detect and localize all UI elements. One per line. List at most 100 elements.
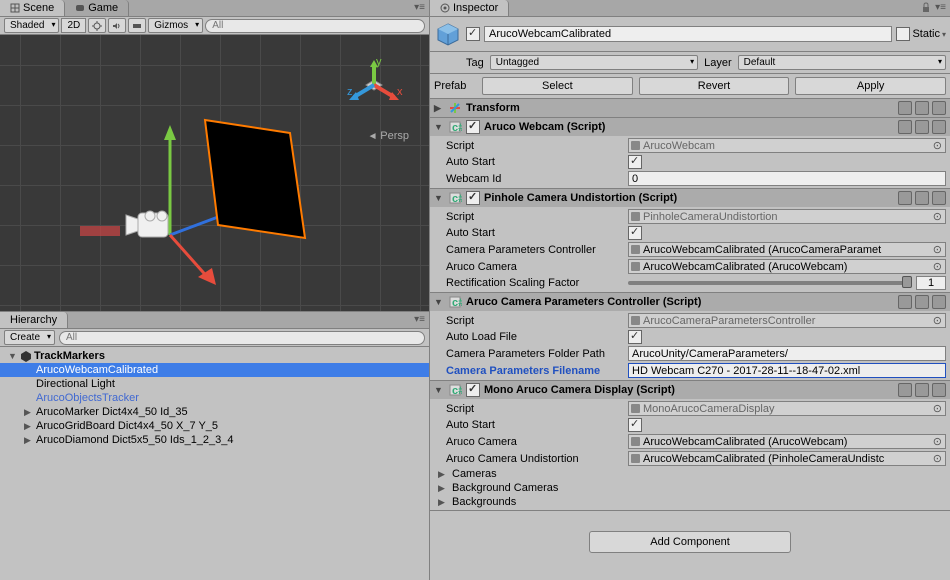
property-label: Auto Load File (434, 331, 624, 343)
property-object-field[interactable]: ArucoWebcamCalibrated (ArucoWebcam) (628, 434, 946, 449)
gameobject-name-input[interactable] (484, 26, 892, 42)
prefab-apply-button[interactable]: Apply (795, 77, 946, 95)
scene-viewport[interactable]: y x z ◄ Persp (0, 35, 429, 311)
scene-search[interactable] (205, 19, 425, 33)
game-tab[interactable]: Game (65, 0, 129, 16)
component-header[interactable]: ▼c#Aruco Camera Parameters Controller (S… (430, 293, 950, 311)
reset-icon[interactable] (915, 101, 929, 115)
static-checkbox[interactable] (896, 27, 910, 41)
hierarchy-item[interactable]: Directional Light (0, 377, 429, 391)
property-object-field[interactable]: ArucoWebcamCalibrated (PinholeCameraUndi… (628, 451, 946, 466)
orientation-gizmo[interactable]: y x z (339, 55, 409, 125)
expand-arrow-icon[interactable]: ▶ (24, 421, 34, 432)
property-slider[interactable] (628, 281, 912, 285)
enabled-checkbox[interactable] (466, 27, 480, 41)
gameobject-icon[interactable] (434, 20, 462, 48)
gear-icon[interactable] (932, 383, 946, 397)
panel-menu-icon[interactable]: ▾≡ (935, 2, 946, 13)
property-row: Aruco CameraArucoWebcamCalibrated (Aruco… (434, 433, 946, 450)
property-checkbox[interactable] (628, 418, 642, 432)
property-object-field[interactable]: ArucoWebcamCalibrated (ArucoWebcam) (628, 259, 946, 274)
property-checkbox[interactable] (628, 226, 642, 240)
tag-dropdown[interactable]: Untagged (490, 55, 698, 70)
property-text-input[interactable] (628, 363, 946, 378)
audio-toggle[interactable] (108, 18, 126, 33)
collapse-arrow-icon[interactable]: ▶ (434, 103, 444, 114)
svg-text:c#: c# (452, 385, 462, 397)
hierarchy-list: ▼ TrackMarkers ArucoWebcamCalibratedDire… (0, 347, 429, 580)
fx-toggle[interactable] (128, 18, 146, 33)
component-enabled-checkbox[interactable] (466, 191, 480, 205)
property-foldout[interactable]: ▶Backgrounds (434, 495, 946, 509)
help-icon[interactable] (898, 383, 912, 397)
transform-header[interactable]: ▶ Transform (430, 99, 950, 117)
help-icon[interactable] (898, 120, 912, 134)
hierarchy-item[interactable]: ▶ArucoDiamond Dict5x5_50 Ids_1_2_3_4 (0, 433, 429, 447)
hierarchy-search[interactable] (59, 331, 425, 345)
hierarchy-item[interactable]: ▶ArucoGridBoard Dict4x4_50 X_7 Y_5 (0, 419, 429, 433)
property-label: Script (434, 140, 624, 152)
reset-icon[interactable] (915, 383, 929, 397)
collapse-arrow-icon[interactable]: ▼ (434, 385, 444, 395)
property-checkbox[interactable] (628, 155, 642, 169)
layer-dropdown[interactable]: Default (738, 55, 946, 70)
expand-arrow-icon[interactable]: ▶ (438, 469, 448, 480)
help-icon[interactable] (898, 295, 912, 309)
property-label: Aruco Camera (434, 261, 624, 273)
expand-arrow-icon[interactable]: ▶ (438, 497, 448, 508)
expand-arrow-icon[interactable]: ▶ (438, 483, 448, 494)
hierarchy-item[interactable]: ▶ArucoMarker Dict4x4_50 Id_35 (0, 405, 429, 419)
property-text-input[interactable] (628, 171, 946, 186)
create-dropdown[interactable]: Create (4, 330, 55, 345)
prefab-select-button[interactable]: Select (482, 77, 633, 95)
lock-icon[interactable] (921, 2, 931, 13)
scene-root[interactable]: ▼ TrackMarkers (0, 349, 429, 363)
component-header[interactable]: ▼c#Aruco Webcam (Script) (430, 118, 950, 136)
property-text-input[interactable] (628, 346, 946, 361)
gear-icon[interactable] (932, 295, 946, 309)
scene-tab[interactable]: Scene (0, 0, 65, 16)
component-header[interactable]: ▼c#Mono Aruco Camera Display (Script) (430, 381, 950, 399)
hierarchy-tab[interactable]: Hierarchy (0, 312, 68, 328)
help-icon[interactable] (898, 101, 912, 115)
collapse-arrow-icon[interactable]: ▼ (434, 297, 444, 307)
shading-dropdown[interactable]: Shaded (4, 18, 59, 33)
reset-icon[interactable] (915, 295, 929, 309)
inspector-scroll[interactable]: ▶ Transform ▼c#Aruco Webcam (Script) Scri… (430, 99, 950, 580)
component-enabled-checkbox[interactable] (466, 383, 480, 397)
property-label: Auto Start (434, 227, 624, 239)
gear-icon[interactable] (932, 120, 946, 134)
property-foldout[interactable]: ▶Cameras (434, 467, 946, 481)
property-row: Camera Parameters Filename (434, 362, 946, 379)
unity-logo-icon (20, 350, 32, 362)
scene-icon (10, 3, 20, 13)
help-icon[interactable] (898, 191, 912, 205)
hierarchy-item[interactable]: ArucoWebcamCalibrated (0, 363, 429, 377)
lighting-toggle[interactable] (88, 18, 106, 33)
gear-icon[interactable] (932, 101, 946, 115)
collapse-arrow-icon[interactable]: ▼ (434, 193, 444, 203)
panel-menu-icon[interactable]: ▾≡ (414, 314, 425, 325)
property-object-field[interactable]: ArucoWebcamCalibrated (ArucoCameraParame… (628, 242, 946, 257)
static-dropdown-icon[interactable]: ▾ (942, 30, 946, 39)
2d-toggle[interactable]: 2D (61, 18, 86, 33)
expand-arrow-icon[interactable]: ▶ (24, 407, 34, 418)
reset-icon[interactable] (915, 120, 929, 134)
add-component-button[interactable]: Add Component (589, 531, 791, 553)
persp-label[interactable]: ◄ Persp (368, 130, 409, 142)
property-slider-value[interactable] (916, 276, 946, 290)
component-header[interactable]: ▼c#Pinhole Camera Undistortion (Script) (430, 189, 950, 207)
hierarchy-item[interactable]: ArucoObjectsTracker (0, 391, 429, 405)
collapse-arrow-icon[interactable]: ▼ (434, 122, 444, 132)
gear-icon[interactable] (932, 191, 946, 205)
expand-arrow-icon[interactable]: ▶ (24, 435, 34, 446)
reset-icon[interactable] (915, 191, 929, 205)
inspector-tab[interactable]: Inspector (430, 0, 509, 16)
property-checkbox[interactable] (628, 330, 642, 344)
gizmos-dropdown[interactable]: Gizmos (148, 18, 203, 33)
prefab-revert-button[interactable]: Revert (639, 77, 790, 95)
panel-menu-icon[interactable]: ▾≡ (414, 2, 425, 13)
property-foldout[interactable]: ▶Background Cameras (434, 481, 946, 495)
expand-arrow-icon[interactable]: ▼ (8, 351, 18, 361)
component-enabled-checkbox[interactable] (466, 120, 480, 134)
